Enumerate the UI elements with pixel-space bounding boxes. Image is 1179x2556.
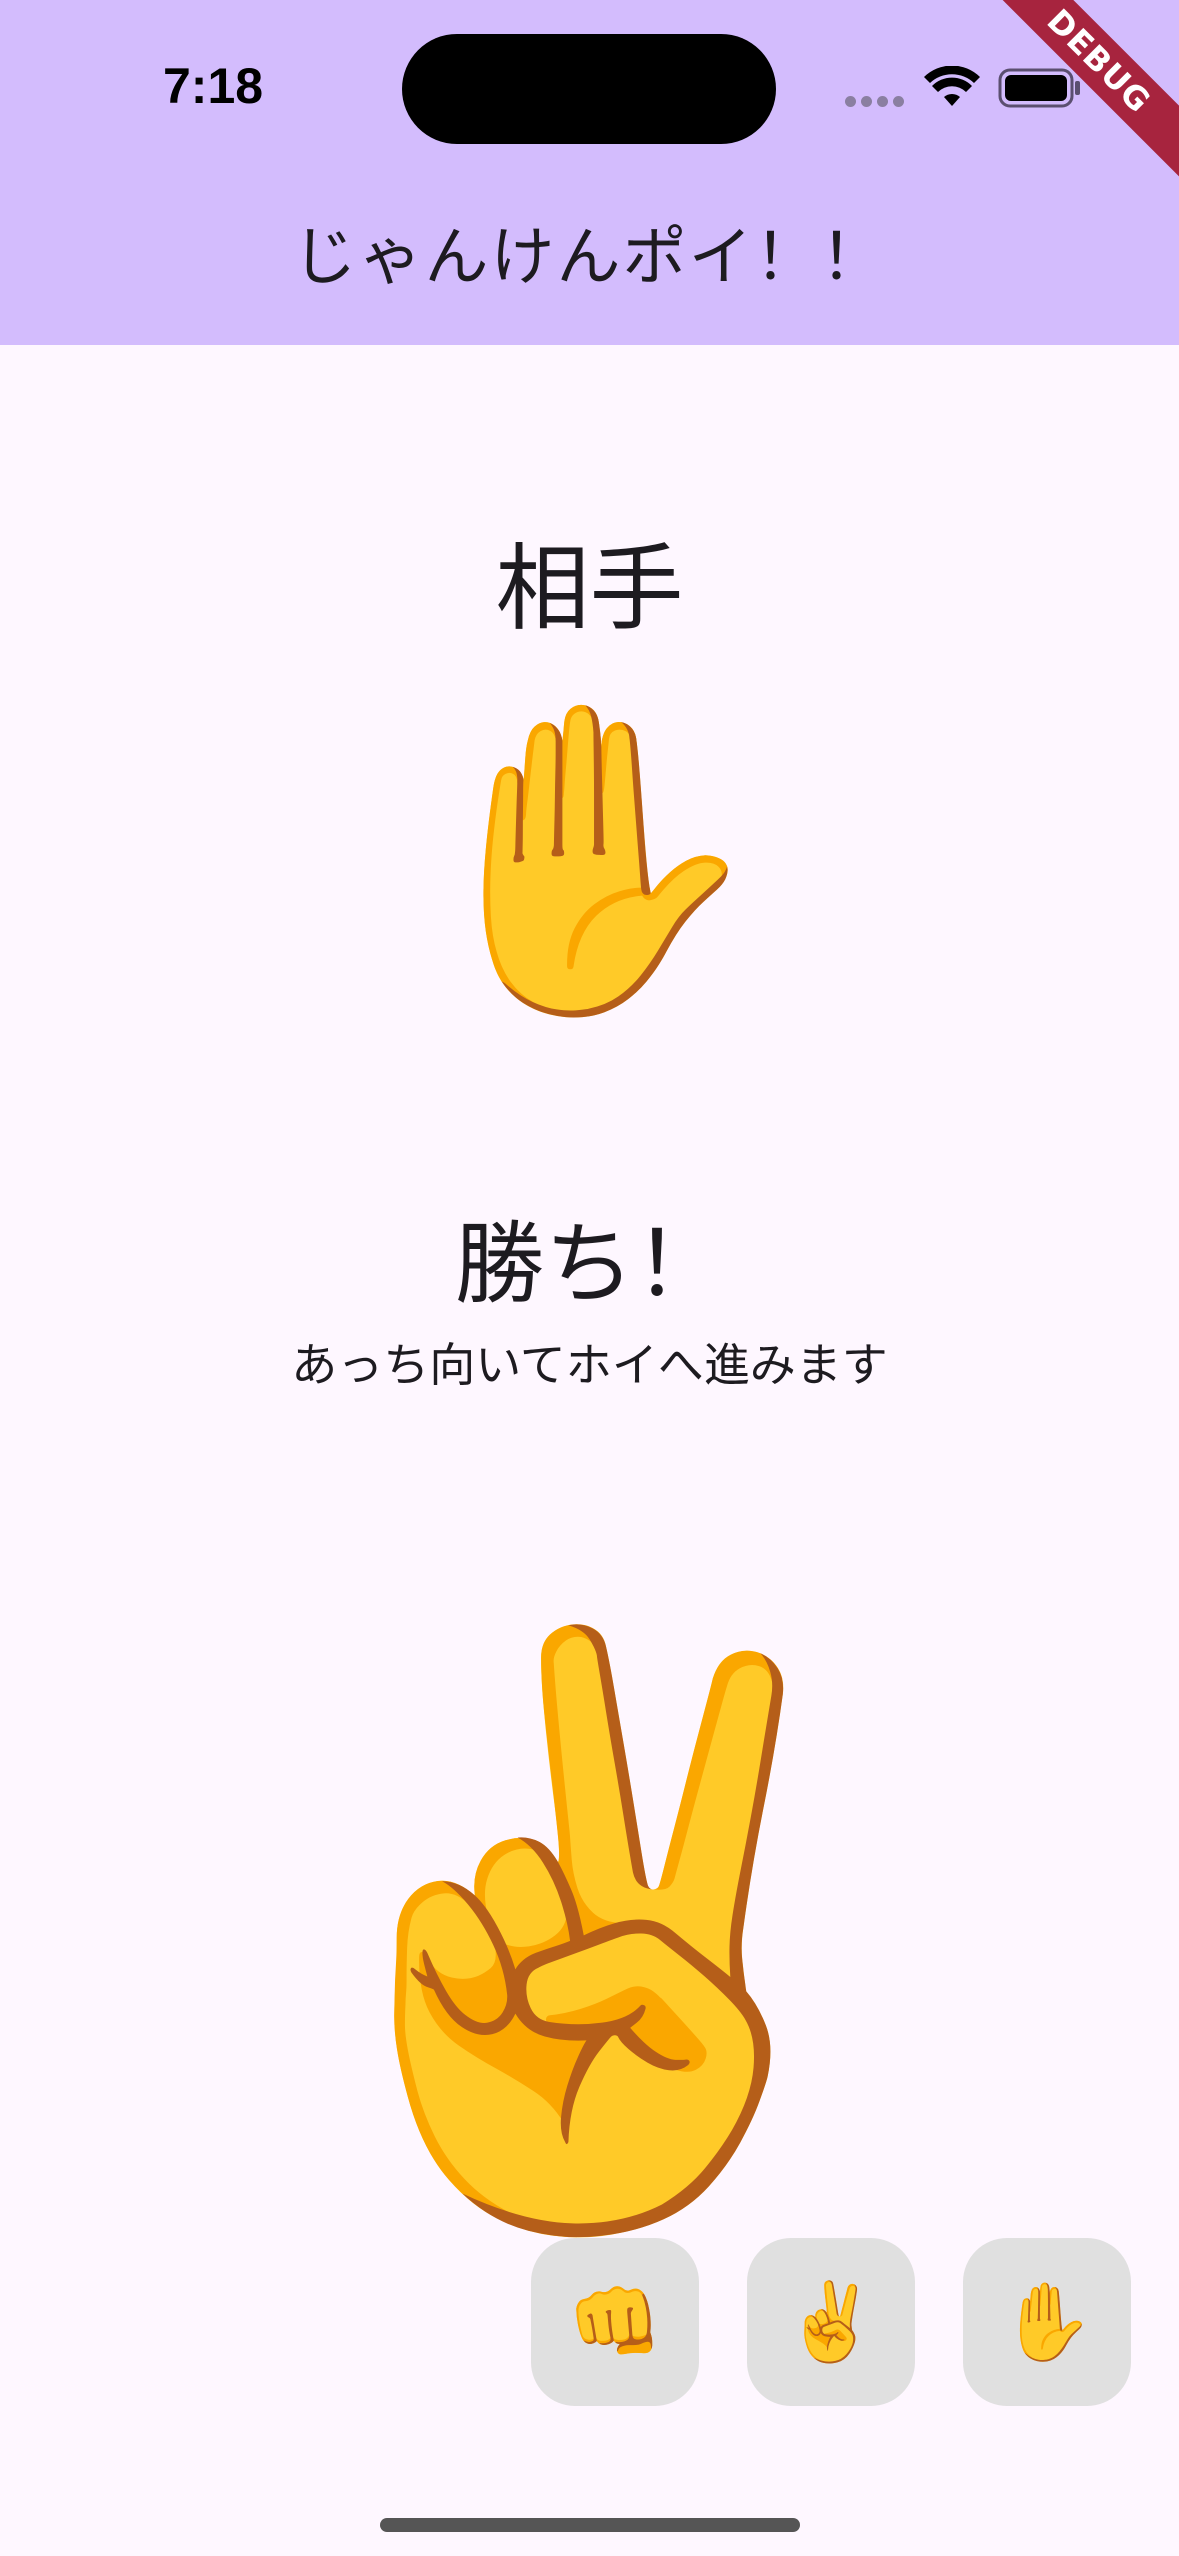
result-message: あっち向いてホイへ進みます (291, 1338, 888, 1392)
paper-button[interactable]: ✋ (963, 2238, 1131, 2406)
fist-icon: 👊 (567, 2277, 663, 2366)
cellular-signal-icon (845, 96, 905, 108)
battery-icon (998, 68, 1080, 108)
page-title: じゃんけんポイ！！ (292, 221, 887, 295)
opponent-label: 相手 (495, 535, 684, 644)
scissors-button[interactable]: ✌️ (747, 2238, 915, 2406)
raised-hand-icon: ✋ (999, 2277, 1095, 2366)
result-title: 勝ち！ (454, 1212, 725, 1317)
status-time: 7:18 (163, 58, 264, 114)
victory-hand-icon: ✌️ (783, 2277, 879, 2366)
dynamic-island (402, 34, 776, 144)
wifi-icon (924, 66, 980, 106)
player-hand-icon: ✌️ (240, 1604, 939, 2256)
home-indicator[interactable] (380, 2518, 800, 2532)
opponent-hand-icon: ✋ (402, 685, 777, 1034)
rock-button[interactable]: 👊 (531, 2238, 699, 2406)
